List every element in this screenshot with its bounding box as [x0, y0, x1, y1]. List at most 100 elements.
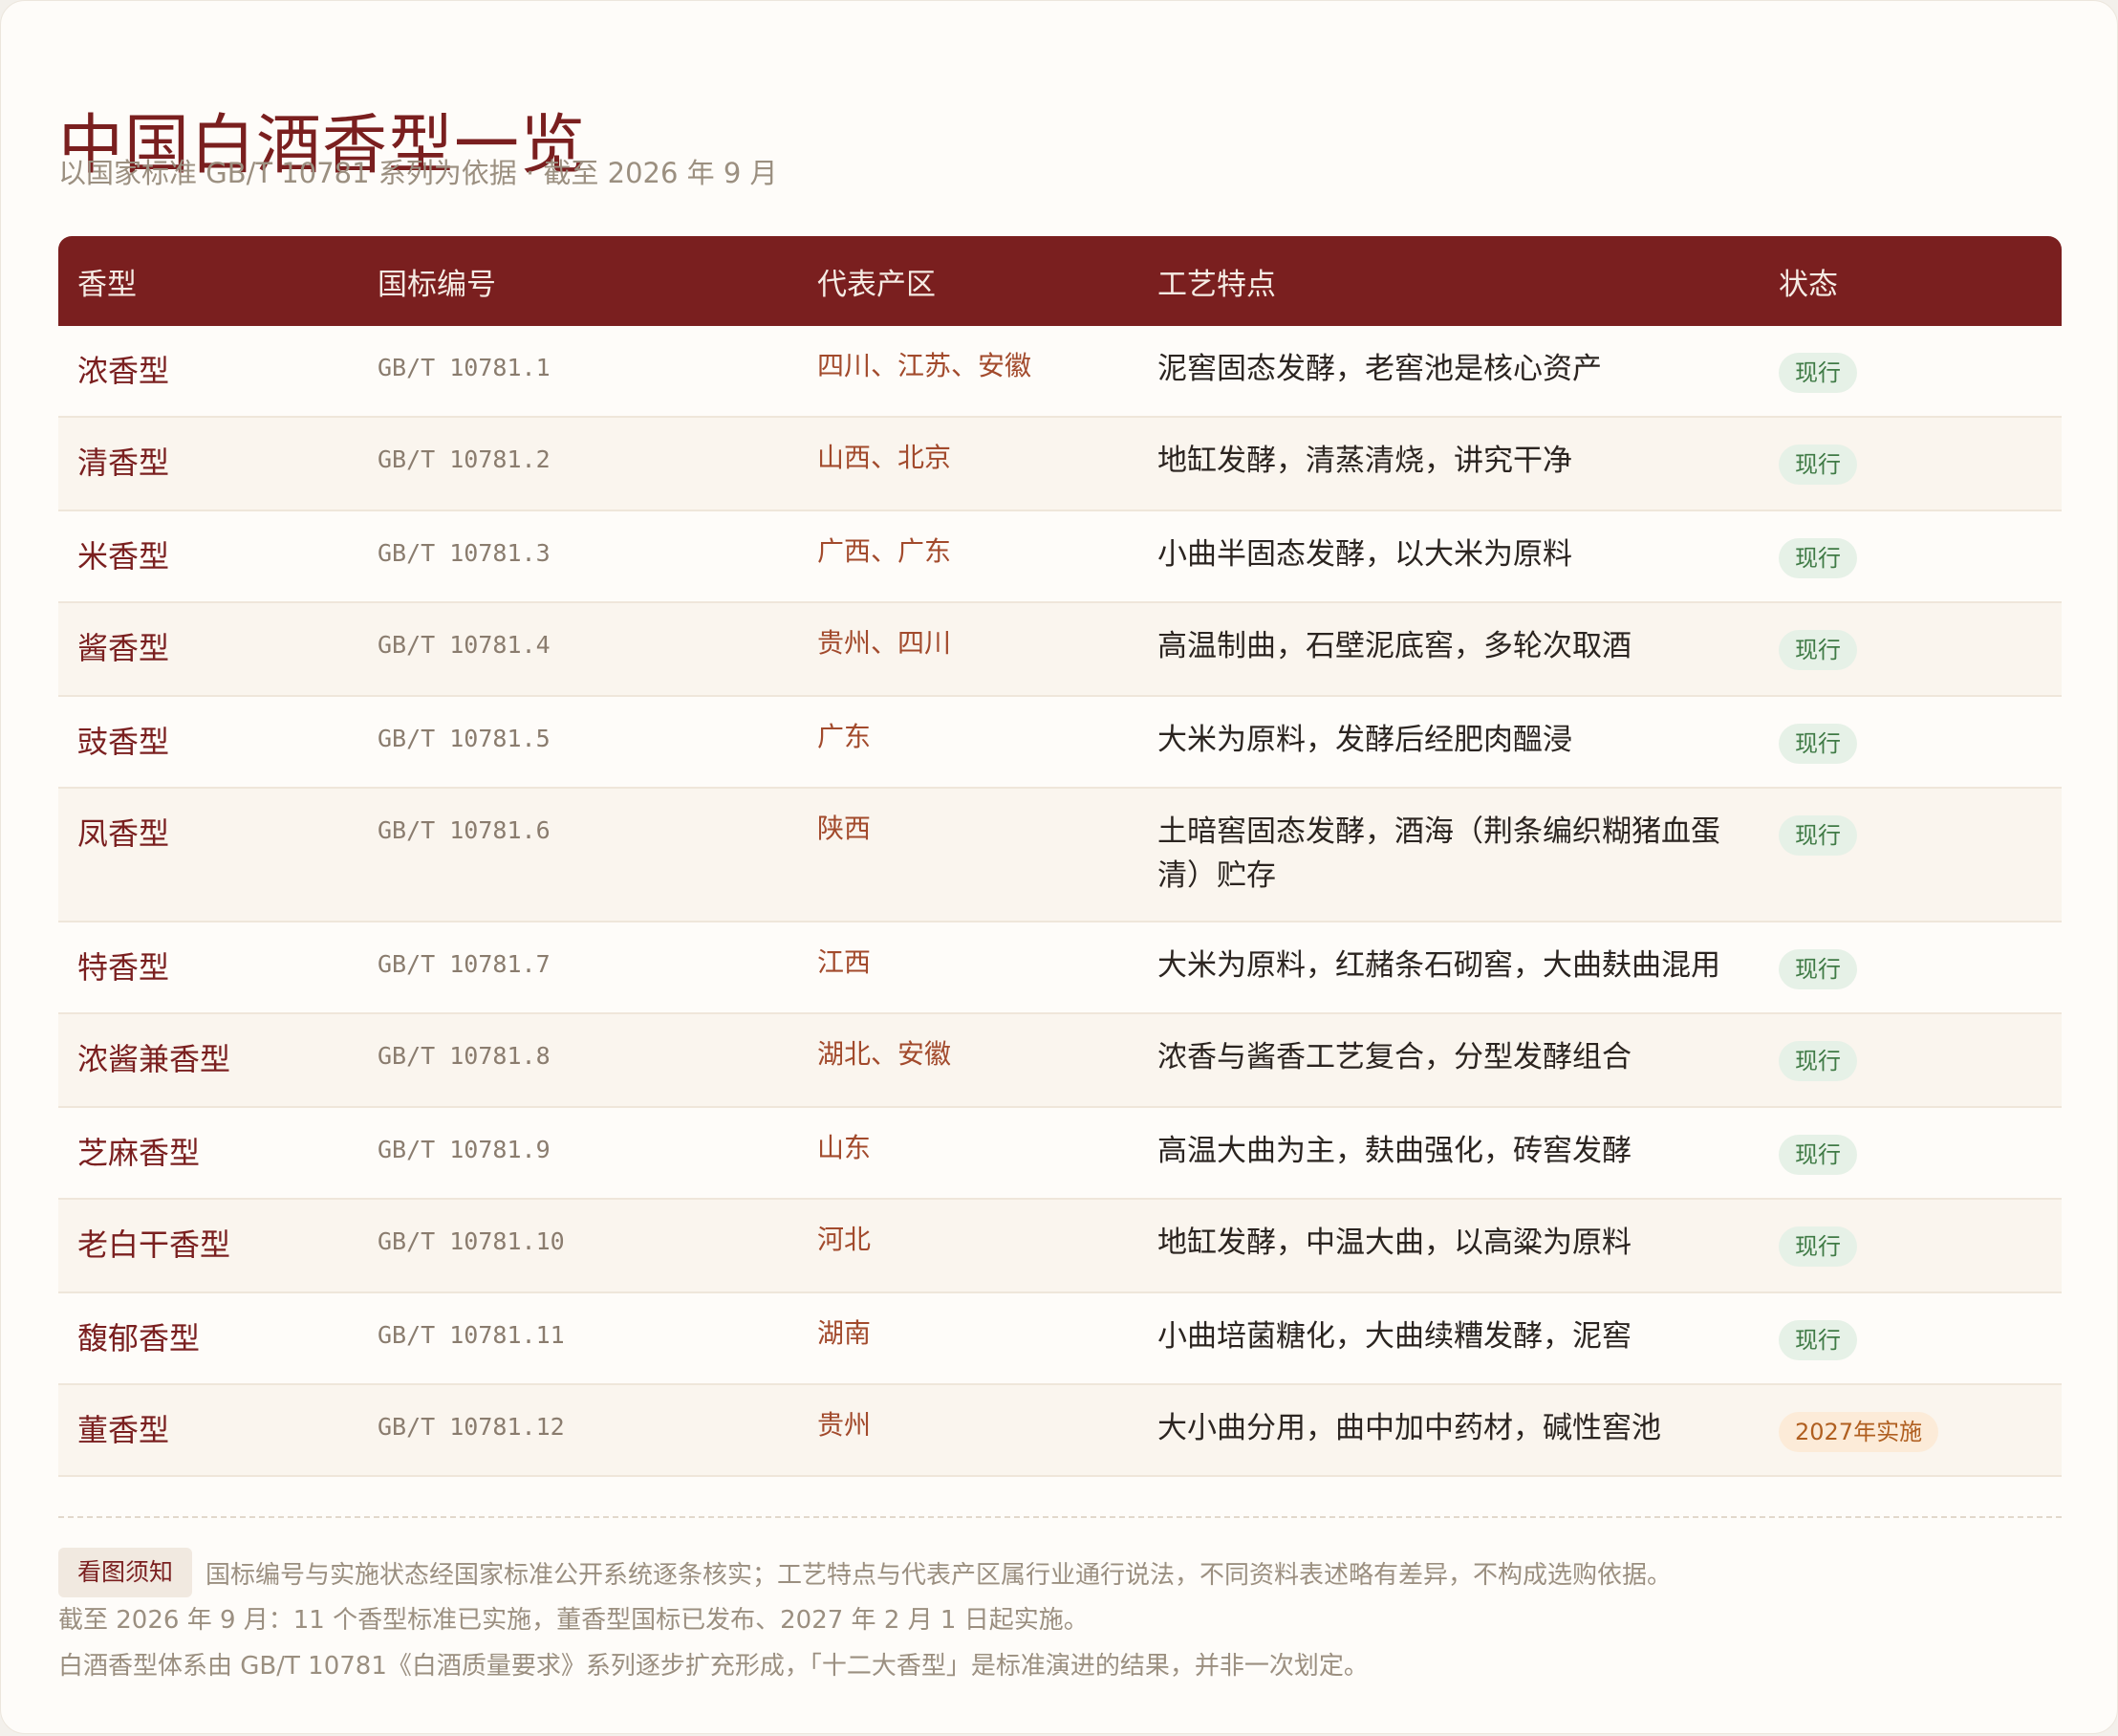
craft-text: 地缸发酵，清蒸清烧，讲究干净	[1157, 444, 1572, 478]
status-badge: 2027年实施	[1779, 1412, 1939, 1452]
table-row: 豉香型 GB/T 10781.5 广东 大米为原料，发酵后经肥肉醞浸 现行	[58, 697, 2062, 789]
status-cell: 现行	[1760, 697, 2062, 764]
standard-code: GB/T 10781.11	[378, 1321, 565, 1349]
column-header-aroma: 香型	[77, 267, 137, 302]
region-text: 广西、广东	[817, 535, 952, 567]
standard-code: GB/T 10781.7	[378, 950, 551, 978]
aroma-name: 米香型	[77, 538, 170, 575]
craft-text: 泥窖固态发酵，老窖池是核心资产	[1157, 352, 1602, 386]
table-row: 特香型 GB/T 10781.7 江西 大米为原料，红赭条石砌窖，大曲麸曲混用 现行	[58, 922, 2062, 1014]
table-row: 米香型 GB/T 10781.3 广西、广东 小曲半固态发酵，以大米为原料 现行	[58, 511, 2062, 603]
table-row: 酱香型 GB/T 10781.4 贵州、四川 高温制曲，石壁泥底窖，多轮次取酒 现行	[58, 603, 2062, 697]
status-badge: 现行	[1779, 353, 1857, 393]
status-cell: 现行	[1760, 326, 2062, 393]
table-row: 清香型 GB/T 10781.2 山西、北京 地缸发酵，清蒸清烧，讲究干净 现行	[58, 418, 2062, 511]
aroma-name: 特香型	[77, 949, 170, 986]
note-line-3: 白酒香型体系由 GB/T 10781《白酒质量要求》系列逐步扩充形成，「十二大香…	[58, 1652, 1369, 1681]
table-row: 董香型 GB/T 10781.12 贵州 大小曲分用，曲中加中药材，碱性窖池 2027年…	[58, 1385, 2062, 1477]
divider	[58, 1516, 2062, 1518]
region-text: 山东	[817, 1132, 872, 1163]
craft-text: 地缸发酵，中温大曲，以高粱为原料	[1157, 1226, 1632, 1260]
table-row: 芝麻香型 GB/T 10781.9 山东 高温大曲为主，麸曲强化，砖窖发酵 现行	[58, 1108, 2062, 1200]
page-subtitle: 以国家标准 GB/T 10781 系列为依据 · 截至 2026 年 9 月	[58, 157, 778, 189]
table-body: 浓香型 GB/T 10781.1 四川、江苏、安徽 泥窖固态发酵，老窖池是核心资产 现行…	[58, 326, 2062, 1477]
region-text: 广东	[817, 721, 872, 752]
status-cell: 现行	[1760, 789, 2062, 856]
craft-text: 小曲培菌糖化，大曲续糟发酵，泥窖	[1157, 1319, 1632, 1354]
content-card: 中国白酒香型一览 以国家标准 GB/T 10781 系列为依据 · 截至 202…	[0, 0, 2118, 1734]
region-text: 陕西	[817, 813, 872, 844]
region-text: 河北	[817, 1224, 872, 1255]
status-cell: 现行	[1760, 1108, 2062, 1175]
craft-text: 高温大曲为主，麸曲强化，砖窖发酵	[1157, 1134, 1632, 1168]
table-row: 老白干香型 GB/T 10781.10 河北 地缸发酵，中温大曲，以高粱为原料 现行	[58, 1200, 2062, 1293]
craft-text: 小曲半固态发酵，以大米为原料	[1157, 537, 1572, 572]
status-badge: 现行	[1779, 1041, 1857, 1081]
region-text: 贵州	[817, 1409, 872, 1441]
aroma-name: 浓香型	[77, 353, 170, 389]
region-text: 四川、江苏、安徽	[817, 350, 1032, 381]
status-badge: 现行	[1779, 1135, 1857, 1175]
aroma-name: 董香型	[77, 1412, 170, 1448]
standard-code: GB/T 10781.5	[378, 725, 551, 752]
standard-code: GB/T 10781.4	[378, 631, 551, 659]
status-cell: 现行	[1760, 1014, 2062, 1081]
status-cell: 现行	[1760, 418, 2062, 485]
table-header: 香型 国标编号 代表产区 工艺特点 状态	[58, 236, 2062, 326]
craft-text: 高温制曲，石壁泥底窖，多轮次取酒	[1157, 629, 1632, 663]
status-badge: 现行	[1779, 724, 1857, 764]
aroma-name: 老白干香型	[77, 1226, 231, 1263]
standard-code: GB/T 10781.10	[378, 1227, 565, 1255]
note-line-1: 国标编号与实施状态经国家标准公开系统逐条核实；工艺特点与代表产区属行业通行说法，…	[205, 1560, 1673, 1590]
column-header-status: 状态	[1779, 267, 1838, 302]
standard-code: GB/T 10781.8	[378, 1042, 551, 1070]
status-cell: 现行	[1760, 603, 2062, 670]
craft-text: 大米为原料，红赭条石砌窖，大曲麸曲混用	[1157, 948, 1720, 983]
status-badge: 现行	[1779, 445, 1857, 485]
column-header-region: 代表产区	[817, 267, 936, 302]
status-badge: 现行	[1779, 815, 1857, 856]
craft-text: 大米为原料，发酵后经肥肉醞浸	[1157, 723, 1572, 757]
standard-code: GB/T 10781.3	[378, 539, 551, 567]
aroma-name: 馥郁香型	[77, 1320, 201, 1356]
region-text: 湖北、安徽	[817, 1038, 952, 1070]
status-cell: 2027年实施	[1760, 1385, 2062, 1452]
aroma-name: 豉香型	[77, 724, 170, 760]
note-line-2: 截至 2026 年 9 月：11 个香型标准已实施，董香型国标已发布、2027 …	[58, 1606, 1089, 1635]
region-text: 江西	[817, 946, 872, 978]
status-badge: 现行	[1779, 630, 1857, 670]
aroma-table: 香型 国标编号 代表产区 工艺特点 状态 浓香型 GB/T 10781.1 四川、江…	[58, 236, 2062, 1477]
craft-text: 土暗窖固态发酵，酒海（荆条编织糊猪血蛋清）贮存	[1157, 814, 1720, 893]
table-row: 浓香型 GB/T 10781.1 四川、江苏、安徽 泥窖固态发酵，老窖池是核心资产 现行	[58, 326, 2062, 418]
aroma-name: 凤香型	[77, 815, 170, 852]
status-badge: 现行	[1779, 538, 1857, 578]
standard-code: GB/T 10781.6	[378, 816, 551, 844]
status-cell: 现行	[1760, 511, 2062, 578]
status-badge: 现行	[1779, 1226, 1857, 1267]
region-text: 湖南	[817, 1317, 872, 1349]
status-cell: 现行	[1760, 1293, 2062, 1360]
table-row: 馥郁香型 GB/T 10781.11 湖南 小曲培菌糖化，大曲续糟发酵，泥窖 现行	[58, 1293, 2062, 1385]
aroma-name: 芝麻香型	[77, 1135, 201, 1171]
aroma-name: 酱香型	[77, 630, 170, 666]
craft-text: 浓香与酱香工艺复合，分型发酵组合	[1157, 1040, 1632, 1074]
table-row: 浓酱兼香型 GB/T 10781.8 湖北、安徽 浓香与酱香工艺复合，分型发酵组合 现行	[58, 1014, 2062, 1108]
region-text: 山西、北京	[817, 442, 952, 473]
craft-text: 大小曲分用，曲中加中药材，碱性窖池	[1157, 1411, 1661, 1445]
standard-code: GB/T 10781.1	[378, 354, 551, 381]
column-header-craft: 工艺特点	[1157, 267, 1276, 302]
notes-tag: 看图须知	[58, 1548, 193, 1597]
notes-section: 看图须知 国标编号与实施状态经国家标准公开系统逐条核实；工艺特点与代表产区属行业…	[58, 1548, 2062, 1689]
status-badge: 现行	[1779, 1320, 1857, 1360]
status-cell: 现行	[1760, 1200, 2062, 1267]
aroma-name: 清香型	[77, 445, 170, 481]
status-badge: 现行	[1779, 949, 1857, 989]
status-cell: 现行	[1760, 922, 2062, 989]
standard-code: GB/T 10781.2	[378, 445, 551, 473]
column-header-code: 国标编号	[378, 267, 496, 302]
table-row: 凤香型 GB/T 10781.6 陕西 土暗窖固态发酵，酒海（荆条编织糊猪血蛋清）贮存…	[58, 789, 2062, 922]
region-text: 贵州、四川	[817, 627, 952, 659]
standard-code: GB/T 10781.9	[378, 1136, 551, 1163]
aroma-name: 浓酱兼香型	[77, 1041, 231, 1077]
standard-code: GB/T 10781.12	[378, 1413, 565, 1441]
